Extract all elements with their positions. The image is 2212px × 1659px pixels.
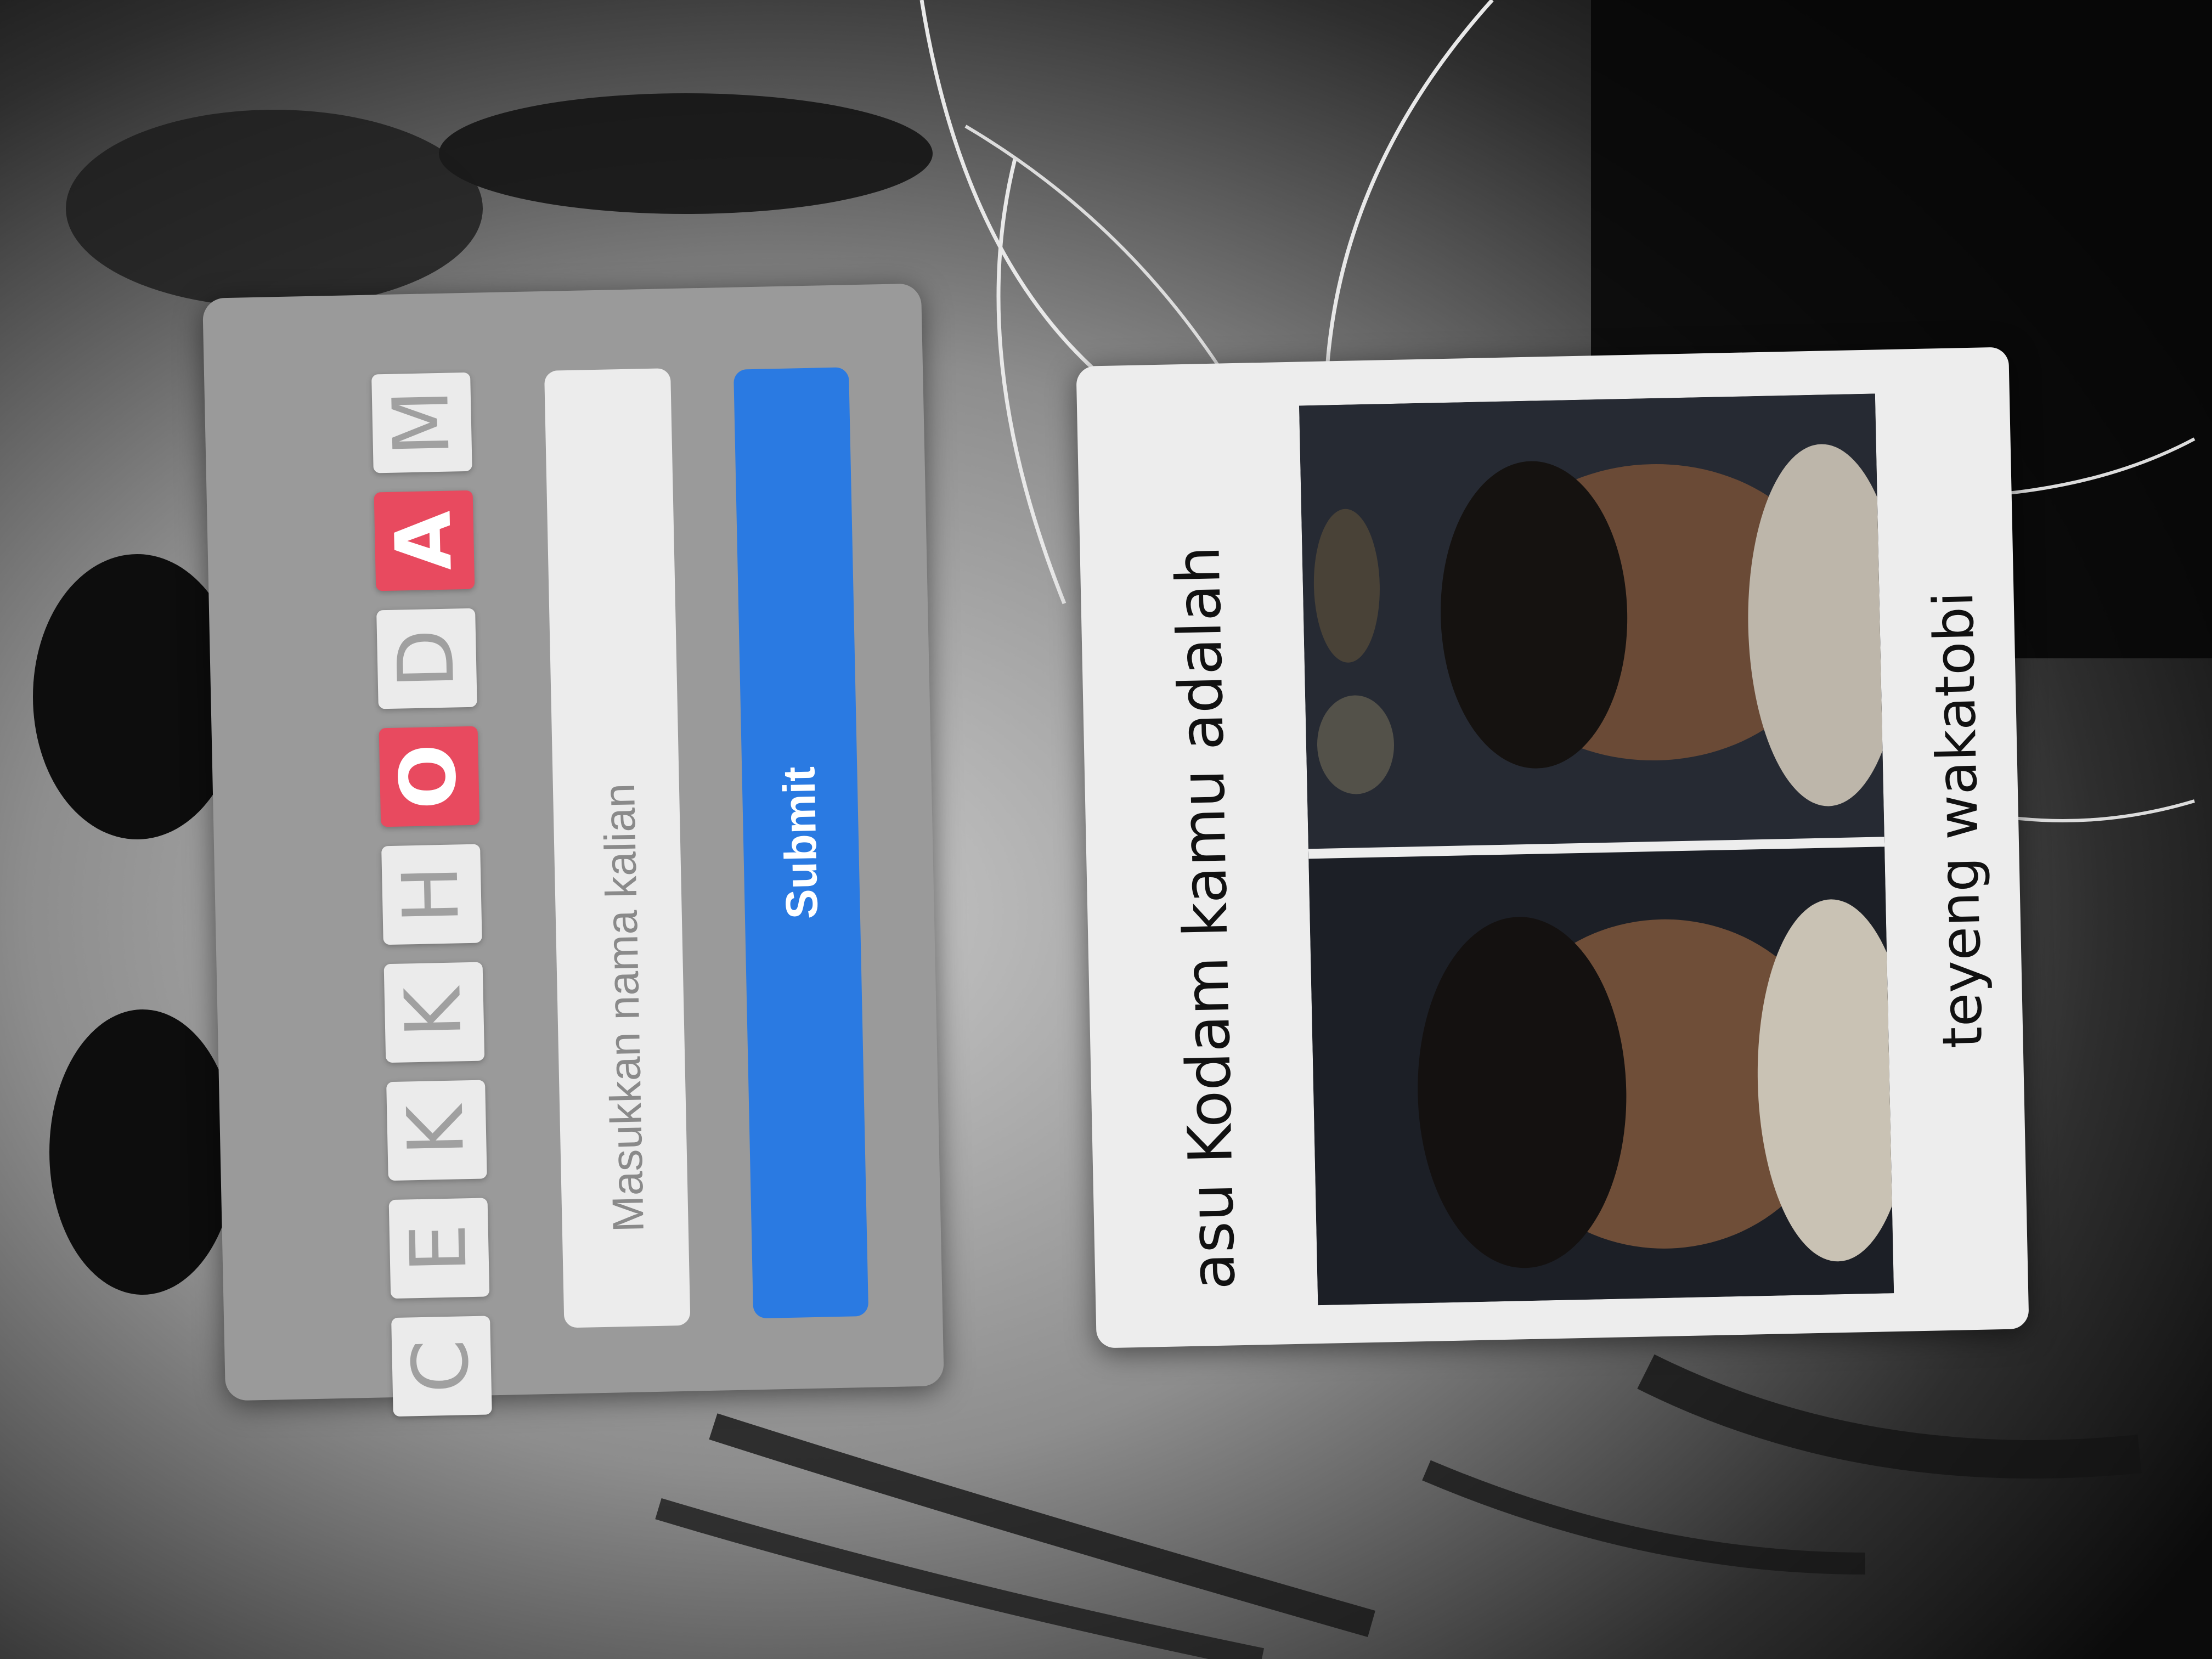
title-tile: M [371,372,472,473]
submit-button-label: Submit [774,766,828,920]
name-input-placeholder-area: Masukkan nama kalian [544,368,690,1328]
title-tile: K [383,962,485,1063]
result-photo-image [1299,393,1894,1306]
title-tile: K [386,1080,487,1181]
result-photo [1299,393,1894,1306]
khodam-result-card: asu Kodam kamu adalah teyeng wakatobi [1076,347,2029,1348]
cek-khodam-title: C E K K H O D A M [371,369,492,1417]
title-tile: D [376,608,477,709]
title-tile: H [381,844,482,945]
submit-button[interactable]: Submit [733,367,869,1319]
title-tile: E [388,1198,490,1299]
name-input-placeholder: Masukkan nama kalian [594,783,653,1233]
result-heading: asu Kodam kamu adalah [1163,545,1249,1291]
cek-khodam-form: C E K K H O D A M Masukkan nama kalian S… [202,283,944,1417]
result-khodam-name: teyeng wakatobi [1921,591,1995,1049]
name-input[interactable]: Masukkan nama kalian [544,368,691,1328]
title-tile-highlight: O [379,726,480,827]
title-tile: C [391,1316,492,1417]
title-tile-highlight: A [374,490,475,591]
